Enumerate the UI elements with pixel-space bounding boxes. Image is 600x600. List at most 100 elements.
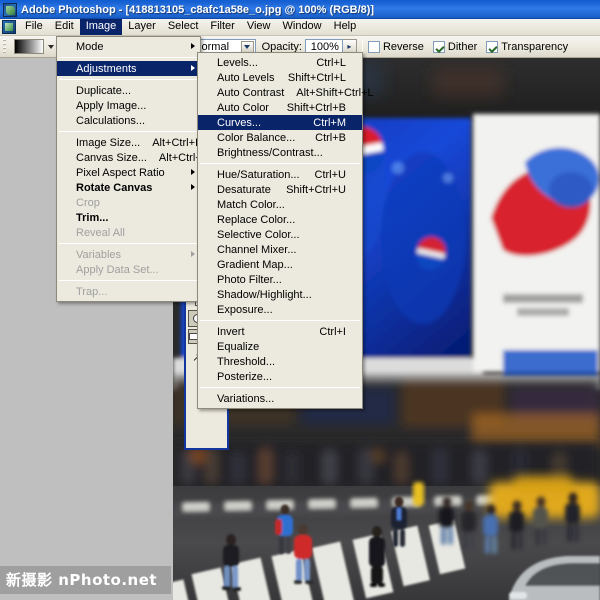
menu-item-label: Equalize xyxy=(217,340,260,353)
menu-item-shortcut: Shift+Ctrl+L xyxy=(287,71,346,84)
menu-item-variables: Variables xyxy=(57,247,200,262)
reverse-checkbox-box[interactable] xyxy=(367,40,380,53)
submenu-arrow-icon xyxy=(191,43,195,49)
submenu-arrow-icon xyxy=(191,184,195,190)
menu-item-label: Auto Color xyxy=(217,101,269,114)
menu-item-rotate-canvas[interactable]: Rotate Canvas xyxy=(57,180,200,195)
menu-item-exposure[interactable]: Exposure... xyxy=(198,302,362,317)
menu-view[interactable]: View xyxy=(241,19,277,35)
menu-item-invert[interactable]: Invert Ctrl+I xyxy=(198,324,362,339)
menu-bar[interactable]: File Edit Image Layer Select Filter View… xyxy=(0,19,600,36)
menu-file[interactable]: File xyxy=(19,19,49,35)
menu-item-apply-image[interactable]: Apply Image... xyxy=(57,98,200,113)
menu-item-label: Apply Data Set... xyxy=(76,263,159,276)
menu-item-label: Canvas Size... xyxy=(76,151,147,164)
menu-item-auto-color[interactable]: Auto Color Shift+Ctrl+B xyxy=(198,100,362,115)
menu-item-threshold[interactable]: Threshold... xyxy=(198,354,362,369)
menu-item-brightness-contrast[interactable]: Brightness/Contrast... xyxy=(198,145,362,160)
menu-item-gradient-map[interactable]: Gradient Map... xyxy=(198,257,362,272)
window-title: Adobe Photoshop - [418813105_c8afc1a58e_… xyxy=(21,3,375,16)
menu-item-match-color[interactable]: Match Color... xyxy=(198,197,362,212)
menu-item-label: Posterize... xyxy=(217,370,273,383)
dither-label: Dither xyxy=(447,40,478,53)
menu-select[interactable]: Select xyxy=(162,19,205,35)
menu-item-shortcut: Alt+Shift+Ctrl+L xyxy=(296,86,374,99)
menu-item-pixel-aspect-ratio[interactable]: Pixel Aspect Ratio xyxy=(57,165,200,180)
reverse-label: Reverse xyxy=(382,40,424,53)
menu-filter[interactable]: Filter xyxy=(204,19,240,35)
menu-item-adjustments[interactable]: Adjustments xyxy=(57,61,200,76)
adjustments-submenu[interactable]: Levels... Ctrl+L Auto Levels Shift+Ctrl+… xyxy=(197,52,374,409)
menu-item-equalize[interactable]: Equalize xyxy=(198,339,362,354)
menu-item-label: Brightness/Contrast... xyxy=(217,146,323,159)
menu-window[interactable]: Window xyxy=(277,19,328,35)
submenu-arrow-icon xyxy=(191,169,195,175)
menu-item-photo-filter[interactable]: Photo Filter... xyxy=(198,272,362,287)
menu-separator xyxy=(59,131,198,132)
menu-item-label: Threshold... xyxy=(217,355,276,368)
transparency-checkbox[interactable]: Transparency xyxy=(486,40,568,53)
menu-item-posterize[interactable]: Posterize... xyxy=(198,369,362,384)
image-dropdown-menu[interactable]: Mode Adjustments Duplicate... Apply Imag… xyxy=(56,36,210,302)
opacity-label: Opacity: xyxy=(261,40,302,53)
menu-separator xyxy=(200,320,360,321)
menu-item-trim[interactable]: Trim... xyxy=(57,210,200,225)
dither-checkbox-box[interactable] xyxy=(432,40,445,53)
menu-item-variations[interactable]: Variations... xyxy=(198,391,362,406)
menu-item-canvas-size[interactable]: Canvas Size... Alt+Ctrl+C xyxy=(57,150,210,165)
menu-item-label: Shadow/Highlight... xyxy=(217,288,312,301)
submenu-arrow-icon xyxy=(191,251,195,257)
menu-item-label: Calculations... xyxy=(76,114,146,127)
menu-item-desaturate[interactable]: Desaturate Shift+Ctrl+U xyxy=(198,182,362,197)
menu-item-channel-mixer[interactable]: Channel Mixer... xyxy=(198,242,362,257)
menu-item-shortcut: Ctrl+L xyxy=(316,56,346,69)
menu-layer[interactable]: Layer xyxy=(122,19,162,35)
menu-item-shadow-highlight[interactable]: Shadow/Highlight... xyxy=(198,287,362,302)
menu-image[interactable]: Image xyxy=(79,19,123,35)
menu-edit[interactable]: Edit xyxy=(49,19,80,35)
menu-item-mode[interactable]: Mode xyxy=(57,39,200,54)
photoshop-logo-icon xyxy=(3,2,17,17)
menu-item-hue-saturation[interactable]: Hue/Saturation... Ctrl+U xyxy=(198,167,362,182)
document-icon xyxy=(2,20,16,34)
menu-separator xyxy=(59,243,198,244)
chevron-down-icon[interactable] xyxy=(240,40,254,53)
menu-item-reveal-all: Reveal All xyxy=(57,225,200,240)
menu-item-shortcut: Ctrl+U xyxy=(314,168,346,181)
menu-item-label: Pixel Aspect Ratio xyxy=(76,166,165,179)
menu-item-label: Gradient Map... xyxy=(217,258,293,271)
menu-item-trap: Trap... xyxy=(57,284,200,299)
menu-item-shortcut: Shift+Ctrl+B xyxy=(286,101,346,114)
menu-separator xyxy=(59,280,198,281)
dither-checkbox[interactable]: Dither xyxy=(432,40,478,53)
menu-help[interactable]: Help xyxy=(328,19,363,35)
reverse-checkbox[interactable]: Reverse xyxy=(367,40,424,53)
menu-item-calculations[interactable]: Calculations... xyxy=(57,113,200,128)
menu-item-label: Auto Levels xyxy=(217,71,275,84)
menu-item-label: Image Size... xyxy=(76,136,141,149)
gradient-picker-chevron-down-icon[interactable] xyxy=(48,44,54,49)
menu-item-auto-levels[interactable]: Auto Levels Shift+Ctrl+L xyxy=(198,70,362,85)
menu-item-selective-color[interactable]: Selective Color... xyxy=(198,227,362,242)
gradient-preview-swatch[interactable] xyxy=(14,39,44,54)
menu-item-label: Mode xyxy=(76,40,104,53)
transparency-checkbox-box[interactable] xyxy=(486,40,499,53)
menu-item-label: Variables xyxy=(76,248,122,261)
title-bar: Adobe Photoshop - [418813105_c8afc1a58e_… xyxy=(0,0,600,19)
menu-item-shortcut: Shift+Ctrl+U xyxy=(286,183,346,196)
menu-item-replace-color[interactable]: Replace Color... xyxy=(198,212,362,227)
menu-item-label: Replace Color... xyxy=(217,213,296,226)
options-bar-grip[interactable] xyxy=(1,36,8,57)
menu-item-color-balance[interactable]: Color Balance... Ctrl+B xyxy=(198,130,362,145)
menu-item-shortcut: Ctrl+B xyxy=(315,131,346,144)
menu-item-levels[interactable]: Levels... Ctrl+L xyxy=(198,55,362,70)
menu-item-label: Variations... xyxy=(217,392,275,405)
menu-item-label: Trim... xyxy=(76,211,109,224)
menu-item-duplicate[interactable]: Duplicate... xyxy=(57,83,200,98)
menu-item-image-size[interactable]: Image Size... Alt+Ctrl+I xyxy=(57,135,200,150)
menu-separator xyxy=(200,387,360,388)
menu-item-label: Auto Contrast xyxy=(217,86,285,99)
menu-item-shortcut: Ctrl+M xyxy=(313,116,346,129)
menu-item-curves[interactable]: Curves... Ctrl+M xyxy=(198,115,362,130)
menu-item-auto-contrast[interactable]: Auto Contrast Alt+Shift+Ctrl+L xyxy=(198,85,374,100)
